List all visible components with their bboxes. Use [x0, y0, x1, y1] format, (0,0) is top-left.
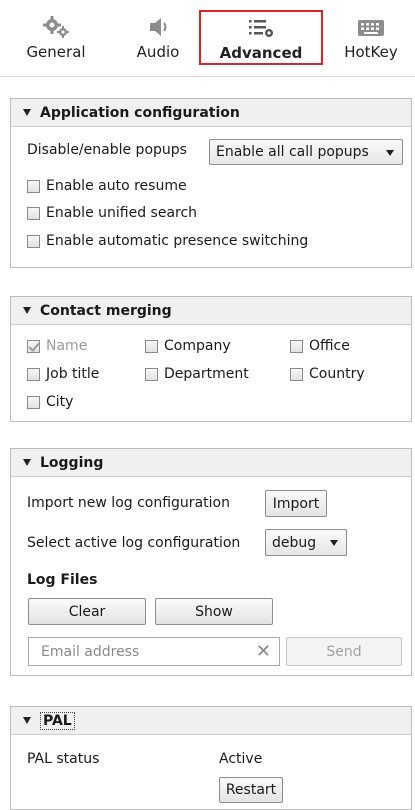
- presence-switching-checkbox[interactable]: Enable automatic presence switching: [27, 233, 308, 249]
- collapse-triangle-icon[interactable]: [23, 459, 31, 466]
- office-checkbox[interactable]: Office: [290, 338, 350, 354]
- checkbox-label: Department: [164, 366, 249, 382]
- section-title: Application configuration: [40, 104, 240, 121]
- contact-merging-section: Contact merging Name Company Office Job …: [10, 296, 412, 422]
- job-title-checkbox[interactable]: Job title: [27, 366, 99, 382]
- tab-hotkey[interactable]: HotKey: [336, 14, 406, 61]
- section-title: Contact merging: [40, 302, 172, 319]
- section-header[interactable]: Logging: [11, 449, 411, 477]
- checkbox-box[interactable]: [145, 367, 158, 381]
- unified-search-checkbox[interactable]: Enable unified search: [27, 205, 197, 221]
- popups-label: Disable/enable popups: [27, 142, 187, 158]
- settings-toolbar: General Audio Advanced HotKey: [0, 0, 415, 77]
- popups-dropdown-value: Enable all call popups: [216, 144, 369, 160]
- section-title: Logging: [40, 454, 104, 471]
- tab-audio[interactable]: Audio: [132, 14, 184, 61]
- log-config-dropdown[interactable]: debug: [265, 529, 347, 556]
- section-header[interactable]: Contact merging: [11, 297, 411, 325]
- clear-button[interactable]: Clear: [28, 598, 146, 625]
- restart-button[interactable]: Restart: [219, 777, 283, 803]
- log-files-heading: Log Files: [27, 572, 98, 588]
- tab-label: Advanced: [219, 44, 303, 62]
- checkbox-box[interactable]: [290, 367, 303, 381]
- email-address-input[interactable]: Email address ✕: [28, 637, 280, 666]
- clear-input-icon[interactable]: ✕: [256, 643, 271, 661]
- checkbox-label: Name: [46, 338, 88, 354]
- popups-dropdown[interactable]: Enable all call popups: [209, 139, 403, 165]
- checkbox-box[interactable]: [27, 395, 40, 409]
- checkbox-label: City: [46, 394, 74, 410]
- company-checkbox[interactable]: Company: [145, 338, 231, 354]
- checkbox-label: Country: [309, 366, 365, 382]
- checkbox-box[interactable]: [27, 234, 40, 248]
- speaker-icon: [132, 14, 184, 38]
- logging-section: Logging Import new log configuration Imp…: [10, 448, 412, 676]
- name-checkbox: Name: [27, 338, 87, 354]
- country-checkbox[interactable]: Country: [290, 366, 365, 382]
- gears-icon: [24, 14, 88, 38]
- application-configuration-section: Application configuration Disable/enable…: [10, 98, 412, 268]
- log-config-value: debug: [272, 534, 317, 551]
- section-title: PAL: [40, 711, 75, 730]
- section-header[interactable]: Application configuration: [11, 99, 411, 127]
- chevron-down-icon: [386, 150, 394, 156]
- send-button[interactable]: Send: [286, 637, 402, 666]
- checkbox-label: Enable unified search: [46, 205, 198, 221]
- pal-status-value: Active: [219, 751, 263, 767]
- checkbox-box[interactable]: [27, 206, 40, 220]
- section-header[interactable]: PAL: [11, 707, 411, 735]
- checkbox-label: Office: [309, 338, 350, 354]
- email-placeholder: Email address: [41, 643, 140, 660]
- select-log-label: Select active log configuration: [27, 535, 241, 551]
- tab-advanced[interactable]: Advanced: [199, 10, 323, 65]
- checkbox-box[interactable]: [290, 339, 303, 353]
- tab-label: General: [26, 43, 86, 61]
- collapse-triangle-icon[interactable]: [23, 307, 31, 314]
- department-checkbox[interactable]: Department: [145, 366, 249, 382]
- checkbox-box[interactable]: [27, 179, 40, 193]
- advanced-settings-icon: [201, 15, 321, 39]
- checkbox-box[interactable]: [27, 367, 40, 381]
- import-log-label: Import new log configuration: [27, 495, 230, 511]
- collapse-triangle-icon[interactable]: [23, 717, 31, 724]
- checkbox-box: [27, 339, 40, 353]
- tab-label: HotKey: [344, 43, 398, 61]
- checkbox-label: Job title: [46, 366, 100, 382]
- tab-general[interactable]: General: [24, 14, 88, 61]
- collapse-triangle-icon[interactable]: [23, 109, 31, 116]
- auto-resume-checkbox[interactable]: Enable auto resume: [27, 178, 187, 194]
- pal-status-label: PAL status: [27, 751, 100, 767]
- checkbox-box[interactable]: [145, 339, 158, 353]
- show-button[interactable]: Show: [155, 598, 273, 625]
- tab-label: Audio: [136, 43, 180, 61]
- pal-section: PAL PAL status Active Restart: [10, 706, 412, 810]
- keyboard-icon: [336, 14, 406, 38]
- import-button[interactable]: Import: [265, 490, 327, 517]
- checkbox-label: Enable auto resume: [46, 178, 187, 194]
- checkbox-label: Enable automatic presence switching: [46, 233, 309, 249]
- checkbox-label: Company: [164, 338, 231, 354]
- city-checkbox[interactable]: City: [27, 394, 73, 410]
- chevron-down-icon: [330, 540, 338, 546]
